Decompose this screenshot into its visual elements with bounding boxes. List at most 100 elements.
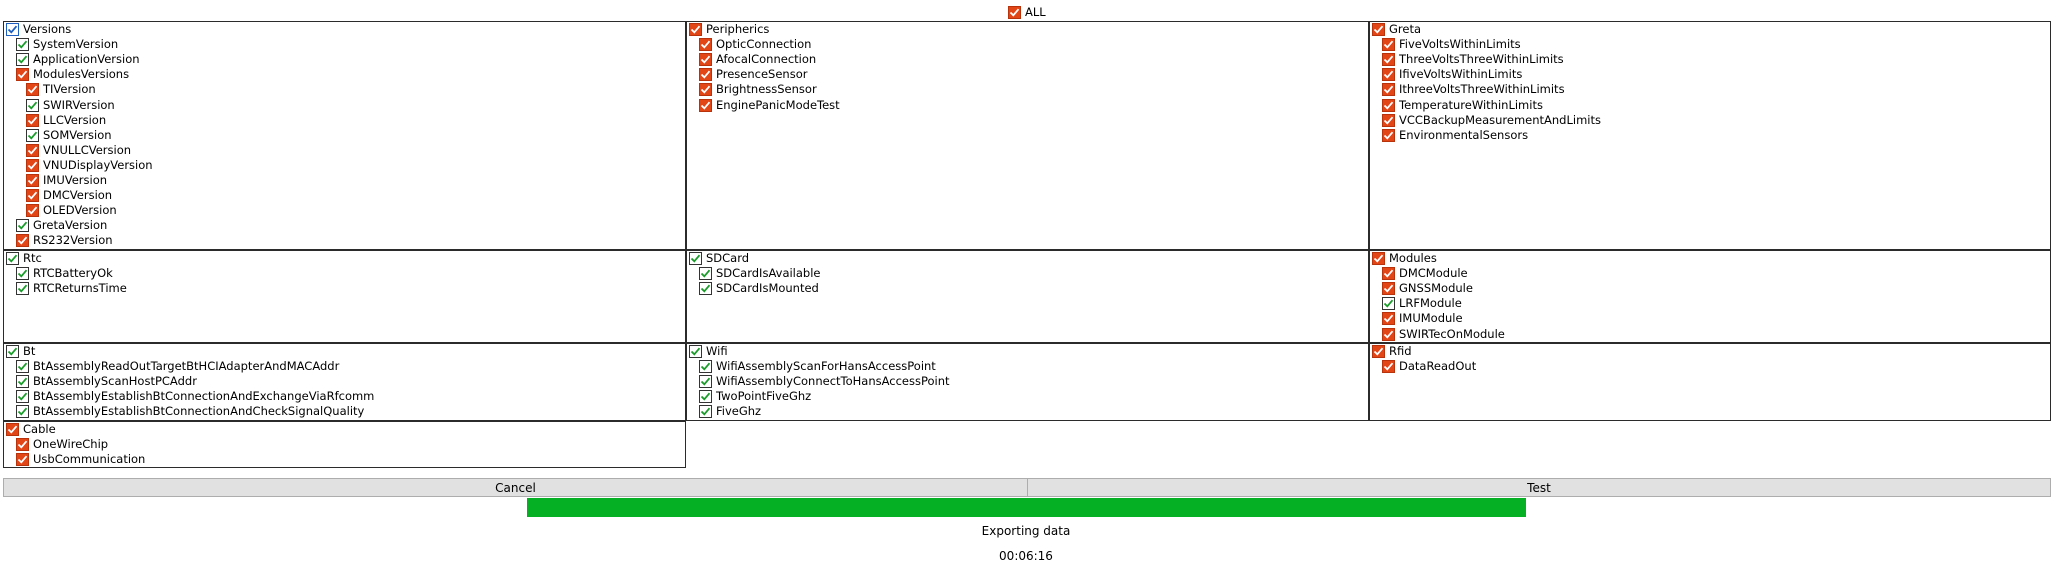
test-item[interactable]: DMCVersion <box>26 188 112 203</box>
test-item[interactable]: LLCVersion <box>26 113 106 128</box>
test-item[interactable]: BrightnessSensor <box>699 82 817 97</box>
test-item[interactable]: SWIRTecOnModule <box>1382 327 1505 342</box>
checkbox[interactable] <box>16 390 29 403</box>
checkbox[interactable] <box>1372 252 1385 265</box>
test-item[interactable]: ThreeVoltsThreeWithinLimits <box>1382 52 1564 67</box>
group-header[interactable]: Cable <box>6 422 56 437</box>
group-header[interactable]: Bt <box>6 344 35 359</box>
test-item[interactable]: IfiveVoltsWithinLimits <box>1382 67 1522 82</box>
checkbox[interactable] <box>16 234 29 247</box>
checkbox[interactable] <box>699 375 712 388</box>
test-item[interactable]: SOMVersion <box>26 128 112 143</box>
test-item[interactable]: SWIRVersion <box>26 98 115 113</box>
checkbox[interactable] <box>1382 129 1395 142</box>
test-item[interactable]: EnginePanicModeTest <box>699 98 840 113</box>
group-header[interactable]: Wifi <box>689 344 728 359</box>
checkbox[interactable] <box>699 68 712 81</box>
test-item[interactable]: BtAssemblyScanHostPCAddr <box>16 374 197 389</box>
test-button[interactable]: Test <box>1027 478 2051 497</box>
checkbox[interactable] <box>16 219 29 232</box>
checkbox[interactable] <box>6 423 19 436</box>
test-item[interactable]: SDCardIsAvailable <box>699 266 821 281</box>
checkbox[interactable] <box>1382 114 1395 127</box>
checkbox[interactable] <box>6 23 19 36</box>
checkbox[interactable] <box>1382 68 1395 81</box>
test-item[interactable]: TwoPointFiveGhz <box>699 389 811 404</box>
test-item[interactable]: IMUVersion <box>26 173 107 188</box>
test-item[interactable]: OpticConnection <box>699 37 811 52</box>
all-checkbox-row[interactable]: ALL <box>1008 5 1046 20</box>
checkbox[interactable] <box>16 53 29 66</box>
checkbox[interactable] <box>16 438 29 451</box>
checkbox[interactable] <box>689 23 702 36</box>
checkbox[interactable] <box>26 114 39 127</box>
test-item[interactable]: OneWireChip <box>16 437 108 452</box>
checkbox[interactable] <box>1382 99 1395 112</box>
checkbox[interactable] <box>26 129 39 142</box>
checkbox[interactable] <box>1382 83 1395 96</box>
checkbox[interactable] <box>1382 53 1395 66</box>
checkbox[interactable] <box>1382 267 1395 280</box>
checkbox[interactable] <box>16 405 29 418</box>
test-item[interactable]: RTCBatteryOk <box>16 266 113 281</box>
group-header[interactable]: Rtc <box>6 251 42 266</box>
test-item[interactable]: IthreeVoltsThreeWithinLimits <box>1382 82 1565 97</box>
checkbox[interactable] <box>26 99 39 112</box>
test-item[interactable]: RS232Version <box>16 233 113 248</box>
test-item[interactable]: DMCModule <box>1382 266 1468 281</box>
group-header[interactable]: Greta <box>1372 22 1421 37</box>
test-item[interactable]: LRFModule <box>1382 296 1462 311</box>
test-item[interactable]: WifiAssemblyConnectToHansAccessPoint <box>699 374 950 389</box>
test-item[interactable]: TemperatureWithinLimits <box>1382 98 1543 113</box>
cancel-button[interactable]: Cancel <box>3 478 1028 497</box>
checkbox[interactable] <box>1382 38 1395 51</box>
group-header[interactable]: Modules <box>1372 251 1437 266</box>
test-item[interactable]: BtAssemblyEstablishBtConnectionAndCheckS… <box>16 404 364 419</box>
checkbox[interactable] <box>1382 328 1395 341</box>
group-header[interactable]: Versions <box>6 22 71 37</box>
checkbox[interactable] <box>16 453 29 466</box>
all-checkbox[interactable] <box>1008 6 1021 19</box>
test-item[interactable]: EnvironmentalSensors <box>1382 128 1528 143</box>
checkbox[interactable] <box>689 345 702 358</box>
checkbox[interactable] <box>1372 345 1385 358</box>
checkbox[interactable] <box>26 144 39 157</box>
checkbox[interactable] <box>699 83 712 96</box>
test-item[interactable]: BtAssemblyEstablishBtConnectionAndExchan… <box>16 389 374 404</box>
checkbox[interactable] <box>699 53 712 66</box>
group-header[interactable]: Rfid <box>1372 344 1412 359</box>
checkbox[interactable] <box>1382 360 1395 373</box>
test-item[interactable]: OLEDVersion <box>26 203 117 218</box>
group-header[interactable]: Peripherics <box>689 22 769 37</box>
group-header[interactable]: SDCard <box>689 251 749 266</box>
test-item[interactable]: SDCardIsMounted <box>699 281 819 296</box>
checkbox[interactable] <box>6 345 19 358</box>
test-item[interactable]: PresenceSensor <box>699 67 807 82</box>
test-item[interactable]: AfocalConnection <box>699 52 816 67</box>
test-item[interactable]: DataReadOut <box>1382 359 1476 374</box>
test-item[interactable]: BtAssemblyReadOutTargetBtHCIAdapterAndMA… <box>16 359 339 374</box>
checkbox[interactable] <box>699 99 712 112</box>
checkbox[interactable] <box>699 267 712 280</box>
test-item[interactable]: GretaVersion <box>16 218 107 233</box>
test-item[interactable]: VNUDisplayVersion <box>26 158 153 173</box>
test-item[interactable]: VNULLCVersion <box>26 143 131 158</box>
checkbox[interactable] <box>16 267 29 280</box>
test-item[interactable]: FiveVoltsWithinLimits <box>1382 37 1521 52</box>
test-item[interactable]: FiveGhz <box>699 404 761 419</box>
checkbox[interactable] <box>16 38 29 51</box>
checkbox[interactable] <box>699 282 712 295</box>
checkbox[interactable] <box>6 252 19 265</box>
test-item[interactable]: UsbCommunication <box>16 452 145 467</box>
checkbox[interactable] <box>699 390 712 403</box>
checkbox[interactable] <box>26 83 39 96</box>
checkbox[interactable] <box>699 38 712 51</box>
test-item[interactable]: ApplicationVersion <box>16 52 140 67</box>
checkbox[interactable] <box>26 159 39 172</box>
test-item[interactable]: WifiAssemblyScanForHansAccessPoint <box>699 359 936 374</box>
checkbox[interactable] <box>16 282 29 295</box>
test-item[interactable]: RTCReturnsTime <box>16 281 127 296</box>
checkbox[interactable] <box>26 174 39 187</box>
checkbox[interactable] <box>1372 23 1385 36</box>
test-item[interactable]: GNSSModule <box>1382 281 1473 296</box>
